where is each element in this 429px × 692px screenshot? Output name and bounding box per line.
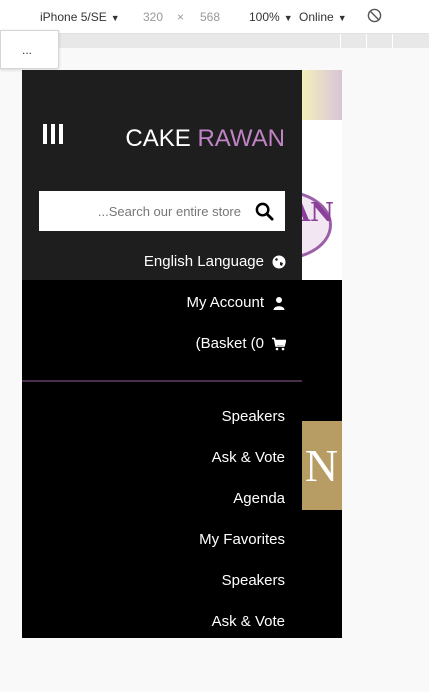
globe-icon bbox=[272, 255, 286, 269]
drawer-header: CAKE RAWAN English Language bbox=[22, 70, 302, 280]
menu-item-ask-vote[interactable]: Ask & Vote bbox=[212, 449, 285, 466]
language-switcher[interactable]: English Language bbox=[144, 253, 286, 270]
menu-item-speakers[interactable]: Speakers bbox=[222, 572, 285, 589]
drawer-divider bbox=[22, 380, 302, 382]
menu-item-speakers[interactable]: Speakers bbox=[222, 408, 285, 425]
dimension-separator: × bbox=[177, 10, 185, 24]
user-icon bbox=[272, 296, 286, 310]
device-label: iPhone 5/SE bbox=[40, 10, 107, 24]
my-account-link[interactable]: My Account bbox=[186, 294, 286, 311]
side-drawer: CAKE RAWAN English Language My Account bbox=[22, 70, 302, 638]
more-options-label: ... bbox=[22, 43, 33, 57]
viewport-height-input[interactable]: 568 bbox=[200, 10, 220, 24]
menu-item-my-favorites[interactable]: My Favorites bbox=[199, 531, 285, 548]
viewport-width-input[interactable]: 320 bbox=[143, 10, 163, 24]
basket-label: (Basket (0 bbox=[195, 335, 264, 352]
my-account-label: My Account bbox=[186, 294, 264, 311]
media-query-ruler bbox=[59, 34, 429, 48]
brand-name-primary: CAKE bbox=[125, 125, 191, 152]
device-viewport: AN OPEN CAKE RAWAN English Language bbox=[22, 70, 342, 638]
awning-yellow bbox=[300, 70, 342, 120]
language-label: English Language bbox=[143, 253, 264, 270]
brand-name-accent: RAWAN bbox=[197, 125, 285, 152]
basket-link[interactable]: (Basket (0 bbox=[195, 335, 287, 352]
throttle-label: Online bbox=[299, 10, 334, 24]
menu-toggle-icon[interactable] bbox=[43, 124, 63, 144]
chevron-down-icon: ▼ bbox=[110, 13, 120, 23]
search-form bbox=[39, 191, 285, 231]
search-input[interactable] bbox=[39, 191, 249, 231]
more-options-popup[interactable]: ... bbox=[0, 30, 59, 69]
menu-item-agenda[interactable]: Agenda bbox=[233, 490, 285, 507]
brand-logo[interactable]: CAKE RAWAN bbox=[125, 125, 285, 153]
throttle-select[interactable]: Online ▼ bbox=[299, 10, 347, 24]
device-select[interactable]: iPhone 5/SE ▼ bbox=[40, 10, 120, 24]
devtools-device-toolbar: iPhone 5/SE ▼ 320 × 568 100% ▼ Online ▼ bbox=[0, 0, 429, 34]
zoom-label: 100% bbox=[249, 10, 280, 24]
rotate-icon[interactable] bbox=[367, 8, 382, 26]
search-icon[interactable] bbox=[255, 202, 274, 221]
chevron-down-icon: ▼ bbox=[283, 13, 293, 23]
zoom-select[interactable]: 100% ▼ bbox=[249, 10, 293, 24]
menu-item-ask-vote[interactable]: Ask & Vote bbox=[212, 613, 285, 630]
cart-icon bbox=[272, 337, 287, 351]
chevron-down-icon: ▼ bbox=[337, 13, 347, 23]
